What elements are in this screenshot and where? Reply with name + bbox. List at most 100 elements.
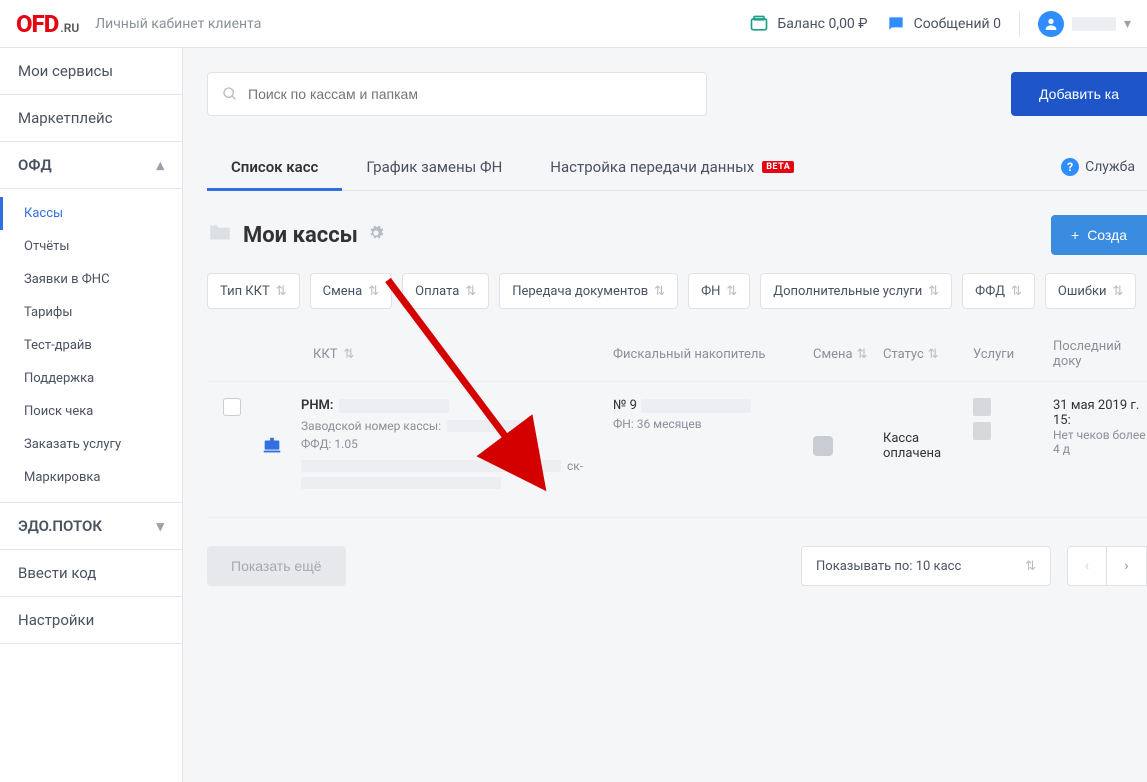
sidebar-edo-label: ЭДО.ПОТОК bbox=[18, 517, 102, 535]
status-text: Касса оплачена bbox=[883, 398, 973, 493]
col-fn: Фискальный накопитель bbox=[613, 347, 813, 362]
sidebar-ofd-label: ОФД bbox=[18, 156, 52, 174]
page-next[interactable]: › bbox=[1107, 546, 1147, 586]
help-icon: ? bbox=[1061, 158, 1079, 176]
sidebar-settings[interactable]: Настройки bbox=[0, 597, 182, 644]
sidebar-item-testdrive[interactable]: Тест-драйв bbox=[0, 329, 182, 362]
tab-fn-schedule[interactable]: График замены ФН bbox=[342, 144, 526, 190]
register-icon bbox=[261, 435, 283, 457]
updown-icon: ⇅ bbox=[1025, 559, 1036, 574]
col-smena[interactable]: Смена bbox=[813, 347, 853, 362]
sort-icon: ⇅ bbox=[857, 347, 868, 362]
sort-icon: ⇅ bbox=[1011, 284, 1022, 299]
logo-suffix: .RU bbox=[60, 21, 79, 35]
wallet-icon bbox=[749, 14, 769, 34]
support-link[interactable]: ? Служба bbox=[1061, 158, 1147, 176]
fn-duration: ФН: 36 месяцев bbox=[613, 417, 813, 431]
sidebar-item-marking[interactable]: Маркировка bbox=[0, 461, 182, 494]
sort-icon: ⇅ bbox=[1113, 284, 1124, 299]
sidebar-item-fns[interactable]: Заявки в ФНС bbox=[0, 263, 182, 296]
sidebar-enter-code[interactable]: Ввести код bbox=[0, 550, 182, 597]
rnm-value-redacted bbox=[339, 399, 449, 413]
sidebar-item-findcheck[interactable]: Поиск чека bbox=[0, 395, 182, 428]
divider bbox=[1019, 11, 1020, 37]
sort-icon: ⇅ bbox=[368, 284, 379, 299]
balance-link[interactable]: Баланс 0,00 ₽ bbox=[749, 14, 867, 34]
logo-text: OFD bbox=[16, 10, 58, 38]
main-content: Добавить ка Список касс График замены ФН… bbox=[183, 48, 1147, 782]
service-icon-1 bbox=[973, 398, 991, 416]
address-redacted bbox=[301, 460, 561, 472]
gear-icon[interactable] bbox=[368, 225, 384, 245]
sort-icon: ⇅ bbox=[343, 347, 354, 362]
ffd-value: ФФД: 1.05 bbox=[301, 437, 603, 451]
sidebar-item-reports[interactable]: Отчёты bbox=[0, 230, 182, 263]
filter-ffd[interactable]: ФФД⇅ bbox=[962, 273, 1035, 309]
pager: ‹ › bbox=[1067, 546, 1147, 586]
factory-label: Заводской номер кассы: bbox=[301, 419, 441, 433]
sidebar-item-order[interactable]: Заказать услугу bbox=[0, 428, 182, 461]
sidebar-item-kassy[interactable]: Кассы bbox=[0, 197, 182, 230]
filter-errors[interactable]: Ошибки⇅ bbox=[1045, 273, 1137, 309]
chevron-down-icon: ▾ bbox=[1124, 16, 1131, 32]
address-suffix: ск- bbox=[567, 459, 583, 473]
folder-icon bbox=[207, 220, 233, 250]
filter-fn[interactable]: ФН⇅ bbox=[688, 273, 750, 309]
chat-icon bbox=[886, 14, 906, 34]
shift-status-icon bbox=[813, 436, 833, 456]
search-input[interactable] bbox=[248, 86, 692, 102]
filter-payment[interactable]: Оплата⇅ bbox=[402, 273, 489, 309]
service-icon-2 bbox=[973, 422, 991, 440]
row-checkbox[interactable] bbox=[223, 398, 241, 416]
col-services: Услуги bbox=[973, 347, 1053, 362]
sort-icon: ⇅ bbox=[726, 284, 737, 299]
sidebar-ofd[interactable]: ОФД ▴ bbox=[0, 142, 182, 189]
tabs: Список касс График замены ФН Настройка п… bbox=[207, 144, 1147, 191]
sidebar-item-support[interactable]: Поддержка bbox=[0, 362, 182, 395]
per-page-select[interactable]: Показывать по: 10 касс ⇅ bbox=[801, 546, 1051, 586]
table-header: ККТ ⇅ Фискальный накопитель Смена ⇅ Статус… bbox=[207, 327, 1147, 382]
create-folder-button[interactable]: + Созда bbox=[1051, 215, 1147, 255]
fn-number-prefix: № 9 bbox=[613, 398, 637, 413]
balance-text: Баланс 0,00 ₽ bbox=[777, 16, 867, 32]
sidebar-marketplace[interactable]: Маркетплейс bbox=[0, 95, 182, 142]
chevron-up-icon: ▴ bbox=[156, 156, 164, 174]
avatar-icon bbox=[1038, 11, 1064, 37]
sort-icon: ⇅ bbox=[654, 284, 665, 299]
table-row[interactable]: РНМ: Заводской номер кассы: ФФД: 1.05 ск… bbox=[207, 382, 1147, 518]
col-kkt[interactable]: ККТ bbox=[313, 347, 337, 362]
messages-text: Сообщений 0 bbox=[914, 16, 1001, 32]
filter-addons[interactable]: Дополнительные услуги⇅ bbox=[760, 273, 952, 309]
plus-icon: + bbox=[1071, 227, 1079, 243]
fn-number-redacted bbox=[641, 399, 751, 413]
sidebar-ofd-submenu: Кассы Отчёты Заявки в ФНС Тарифы Тест-др… bbox=[0, 189, 182, 503]
col-status[interactable]: Статус bbox=[883, 347, 924, 362]
sidebar-edo[interactable]: ЭДО.ПОТОК ▾ bbox=[0, 503, 182, 550]
logo[interactable]: OFD .RU bbox=[16, 10, 79, 38]
tab-transfer[interactable]: Настройка передачи данных BETA bbox=[526, 144, 818, 190]
sidebar-item-tariffs[interactable]: Тарифы bbox=[0, 296, 182, 329]
user-menu[interactable]: ▾ bbox=[1038, 11, 1131, 37]
page-prev[interactable]: ‹ bbox=[1067, 546, 1107, 586]
show-more-button[interactable]: Показать ещё bbox=[207, 546, 346, 586]
filters: Тип ККТ⇅ Смена⇅ Оплата⇅ Передача докумен… bbox=[207, 273, 1147, 327]
filter-smena[interactable]: Смена⇅ bbox=[310, 273, 392, 309]
messages-link[interactable]: Сообщений 0 bbox=[886, 14, 1001, 34]
sidebar: Мои сервисы Маркетплейс ОФД ▴ Кассы Отчё… bbox=[0, 48, 183, 782]
sort-icon: ⇅ bbox=[928, 347, 939, 362]
filter-type[interactable]: Тип ККТ⇅ bbox=[207, 273, 300, 309]
sidebar-my-services[interactable]: Мои сервисы bbox=[0, 48, 182, 95]
app-header: OFD .RU Личный кабинет клиента Баланс 0,… bbox=[0, 0, 1147, 48]
col-lastdoc: Последний доку bbox=[1053, 339, 1147, 369]
user-name-placeholder bbox=[1072, 17, 1116, 31]
search-box[interactable] bbox=[207, 72, 707, 116]
sort-icon: ⇅ bbox=[276, 284, 287, 299]
search-icon bbox=[222, 86, 238, 102]
add-kassa-button[interactable]: Добавить ка bbox=[1011, 72, 1147, 116]
factory-value-redacted bbox=[447, 420, 527, 432]
last-doc-note: Нет чеков более 4 д bbox=[1053, 428, 1147, 456]
chevron-down-icon: ▾ bbox=[156, 517, 164, 535]
header-subtitle: Личный кабинет клиента bbox=[95, 16, 261, 32]
tab-list[interactable]: Список касс bbox=[207, 144, 342, 190]
filter-docs[interactable]: Передача документов⇅ bbox=[499, 273, 678, 309]
